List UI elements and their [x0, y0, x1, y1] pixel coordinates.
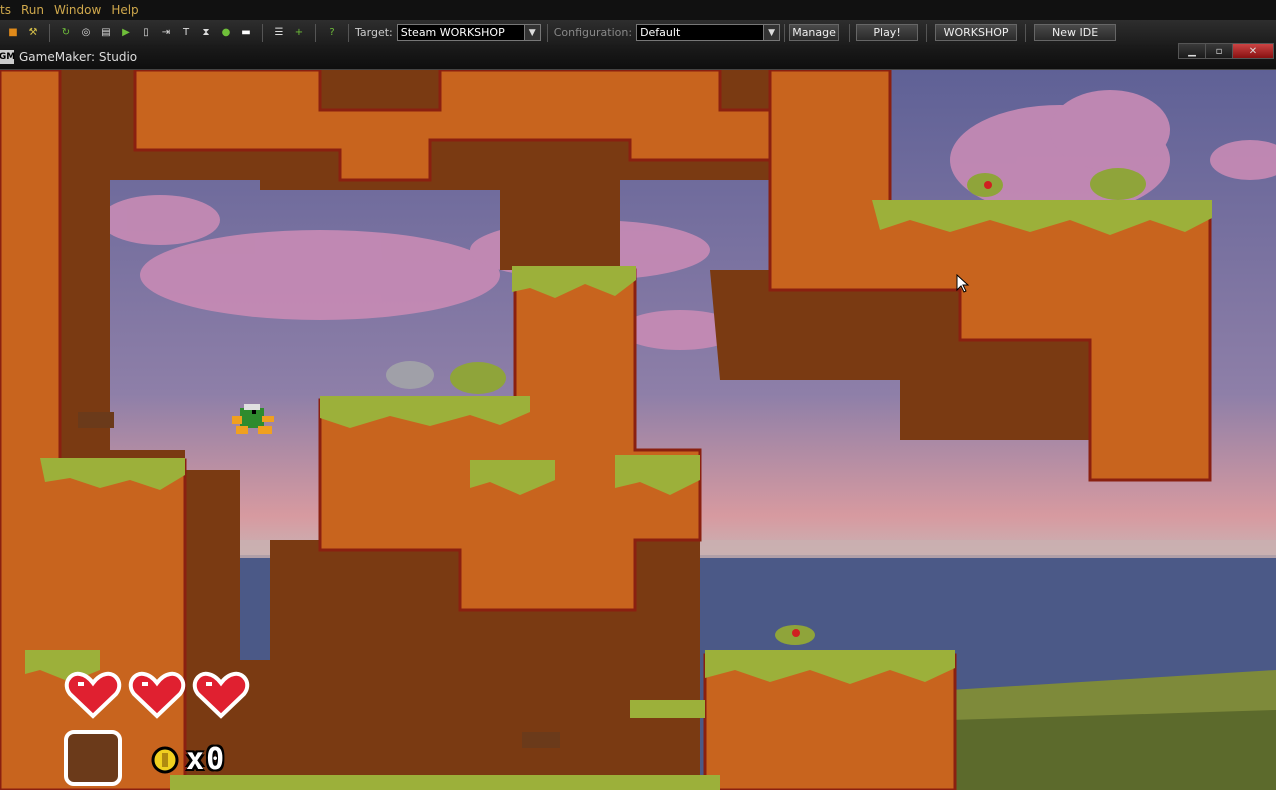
image-icon[interactable]: ▤ [99, 26, 113, 40]
toolbar-separator [262, 23, 263, 42]
menu-bar: ts Run Window Help [0, 0, 1276, 20]
stop-icon[interactable]: ■ [6, 26, 20, 40]
doc-icon[interactable]: ▯ [139, 26, 153, 40]
config-value: Default [640, 26, 681, 39]
chevron-down-icon[interactable]: ▼ [523, 25, 540, 40]
help-icon[interactable]: ? [325, 26, 339, 40]
minimize-button[interactable]: ▁ [1178, 43, 1206, 59]
heart-icon [128, 671, 186, 719]
toolbar-separator [546, 23, 548, 42]
plus-icon[interactable]: + [292, 26, 306, 40]
item-slot [64, 730, 122, 786]
coin-count: x0 [186, 742, 226, 777]
build-icon[interactable]: ⚒ [26, 26, 40, 40]
toolbar-separator [849, 23, 851, 42]
toolbar-separator [315, 23, 316, 42]
mouse-cursor-icon [956, 274, 970, 293]
circle-icon[interactable]: ● [219, 26, 233, 40]
coin-value: 0 [206, 742, 227, 777]
coin-counter: x0 [150, 742, 226, 777]
hourglass-icon[interactable]: ⧗ [199, 26, 213, 40]
heart-icon [192, 671, 250, 719]
heart-icon [64, 671, 122, 719]
workshop-button[interactable]: WORKSHOP [935, 24, 1018, 41]
menu-item-tools[interactable]: ts [0, 3, 11, 17]
maximize-button[interactable]: ▫ [1205, 43, 1233, 59]
menu-item-run[interactable]: Run [21, 3, 44, 17]
target-label: Target: [355, 26, 393, 39]
refresh-icon[interactable]: ↻ [59, 26, 73, 40]
health-hearts [64, 670, 256, 720]
maximize-icon: ▫ [1215, 45, 1223, 57]
coin-prefix: x [186, 742, 207, 777]
manage-button[interactable]: Manage [789, 24, 840, 41]
menu-item-window[interactable]: Window [54, 3, 101, 17]
export-icon[interactable]: ⇥ [159, 26, 173, 40]
rect-icon[interactable]: ▬ [239, 26, 253, 40]
target-select[interactable]: Steam WORKSHOP ▼ [396, 24, 541, 41]
toolbar-separator [784, 23, 786, 42]
minimize-icon: ▁ [1188, 45, 1196, 57]
play-button[interactable]: Play! [856, 24, 919, 41]
gamemaker-logo-icon: GM [0, 50, 16, 64]
play-icon[interactable]: ▶ [119, 26, 133, 40]
new-ide-button[interactable]: New IDE [1034, 24, 1117, 41]
toolbar-separator [926, 23, 928, 42]
target-value: Steam WORKSHOP [400, 26, 505, 39]
text-icon[interactable]: T [179, 26, 193, 40]
close-button[interactable]: ✕ [1232, 43, 1274, 59]
list-icon[interactable]: ☰ [272, 26, 286, 40]
coin-icon [151, 746, 179, 773]
toolbar-separator [348, 23, 349, 42]
rock [386, 361, 434, 389]
target-icon[interactable]: ◎ [79, 26, 93, 40]
toolbar-separator [49, 23, 50, 42]
window-titlebar: GM GameMaker: Studio ▁ ▫ ✕ [0, 43, 1276, 70]
chevron-down-icon[interactable]: ▼ [763, 25, 780, 40]
menu-item-help[interactable]: Help [111, 3, 138, 17]
game-viewport[interactable]: x0 [0, 70, 1276, 790]
window-title: GameMaker: Studio [19, 50, 138, 64]
toolbar: ■ ⚒ ↻ ◎ ▤ ▶ ▯ ⇥ T ⧗ ● ▬ ☰ + ? Target: St… [0, 20, 1276, 46]
toolbar-separator [1025, 23, 1027, 42]
close-icon: ✕ [1248, 45, 1258, 57]
config-select[interactable]: Default ▼ [636, 24, 781, 41]
config-label: Configuration: [553, 26, 633, 39]
